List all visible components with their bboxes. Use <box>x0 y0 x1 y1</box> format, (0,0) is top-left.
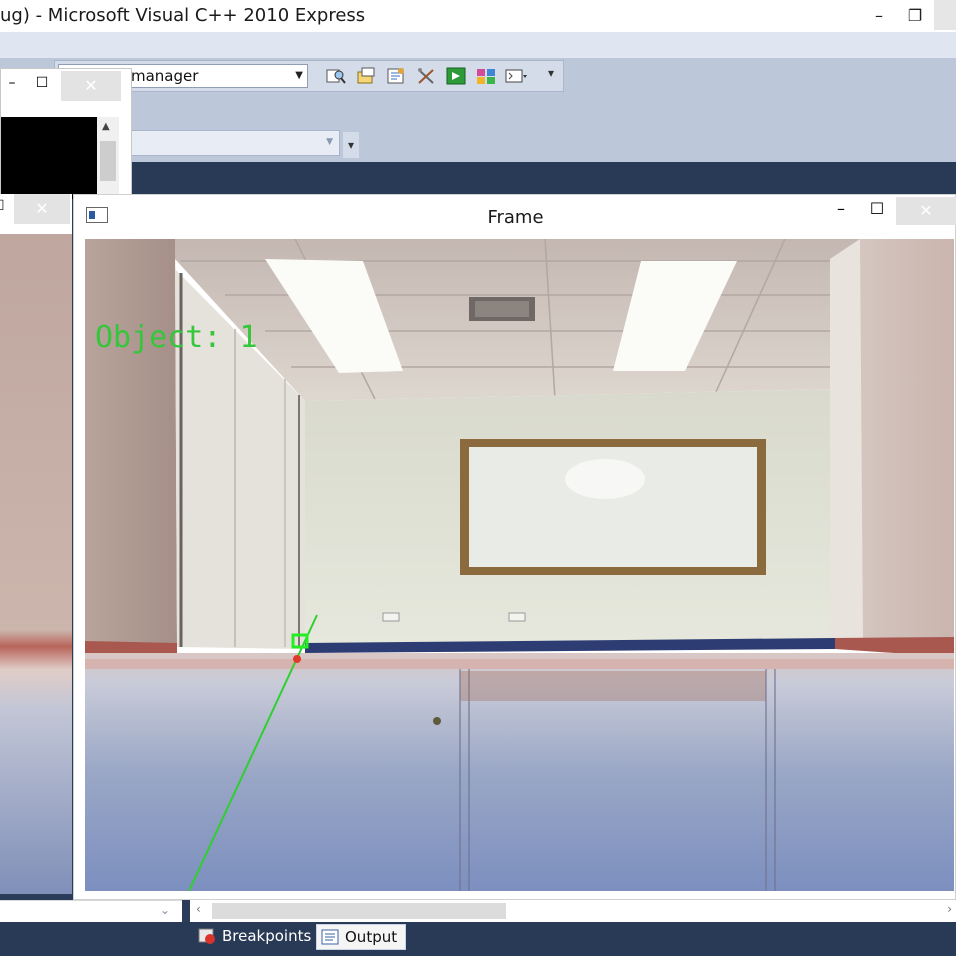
frame-window-title: Frame <box>487 207 544 228</box>
console-vertical-scrollbar[interactable]: ▲ <box>97 117 119 199</box>
vs-close-button[interactable] <box>934 0 956 30</box>
console-maximize-button[interactable]: ☐ <box>29 75 55 91</box>
object-count-overlay: Object: 1 <box>95 320 258 355</box>
tab-breakpoints-label: Breakpoints <box>222 927 312 945</box>
camera-frame-image: Object: 1 <box>85 239 954 891</box>
scroll-right-icon[interactable]: › <box>947 902 952 916</box>
console-close-button[interactable]: ✕ <box>61 71 121 101</box>
chevron-up-icon[interactable]: ▲ <box>102 121 110 132</box>
chevron-down-icon[interactable]: ▼ <box>295 65 303 87</box>
tab-breakpoints[interactable]: Breakpoints <box>194 924 312 950</box>
left-window-close-button[interactable]: ✕ <box>14 194 70 224</box>
chevron-down-icon[interactable]: ⌄ <box>160 903 170 917</box>
chevron-down-icon[interactable]: ▼ <box>326 137 333 147</box>
console-window: – ☐ ✕ ▲ <box>0 68 132 199</box>
scroll-left-icon[interactable]: ‹ <box>196 902 201 916</box>
toolbox-icon[interactable] <box>414 64 438 88</box>
console-scroll-thumb[interactable] <box>100 141 116 181</box>
frame-maximize-button[interactable]: ☐ <box>862 199 892 218</box>
properties-window-icon[interactable] <box>384 64 408 88</box>
left-window-image <box>0 234 72 894</box>
find-in-files-icon[interactable] <box>324 64 348 88</box>
bottom-dropdown-panel[interactable]: ⌄ <box>0 900 182 922</box>
breakpoints-icon <box>198 928 215 944</box>
frame-close-button[interactable]: ✕ <box>896 197 956 225</box>
vs-restore-button[interactable]: ❐ <box>898 0 932 30</box>
tab-output[interactable]: Output <box>316 924 406 950</box>
horizontal-scroll-thumb[interactable] <box>212 903 506 919</box>
config-combobox-value: manager <box>131 67 199 85</box>
solution-explorer-icon[interactable] <box>354 64 378 88</box>
vs-menubar <box>0 32 956 58</box>
secondary-toolbar-overflow-button[interactable]: ▾ <box>343 132 359 158</box>
document-well-band <box>0 162 956 198</box>
left-window-maximize-button[interactable]: ☐ <box>0 198 8 214</box>
tab-output-label: Output <box>345 928 398 946</box>
vs-minimize-button[interactable]: – <box>862 0 896 30</box>
output-icon <box>321 929 339 945</box>
command-window-icon[interactable] <box>504 64 528 88</box>
output-horizontal-scrollbar[interactable]: ‹ › <box>190 900 956 922</box>
left-image-window: ☐ ✕ <box>0 194 72 894</box>
frame-minimize-button[interactable]: – <box>826 199 856 218</box>
toolbar-overflow-button[interactable]: ▾ <box>548 66 554 80</box>
secondary-combobox[interactable]: ▼ <box>122 130 340 156</box>
start-debugging-icon[interactable] <box>444 64 468 88</box>
class-view-icon[interactable] <box>474 64 498 88</box>
vs-titlebar: ug) - Microsoft Visual C++ 2010 Express … <box>0 0 956 32</box>
console-minimize-button[interactable]: – <box>1 75 23 91</box>
console-output-area <box>1 117 97 199</box>
vs-window-title: ug) - Microsoft Visual C++ 2010 Express <box>0 5 366 26</box>
frame-window: Frame – ☐ ✕ Object: 1 <box>73 194 956 900</box>
tool-window-tab-strip <box>0 922 956 956</box>
